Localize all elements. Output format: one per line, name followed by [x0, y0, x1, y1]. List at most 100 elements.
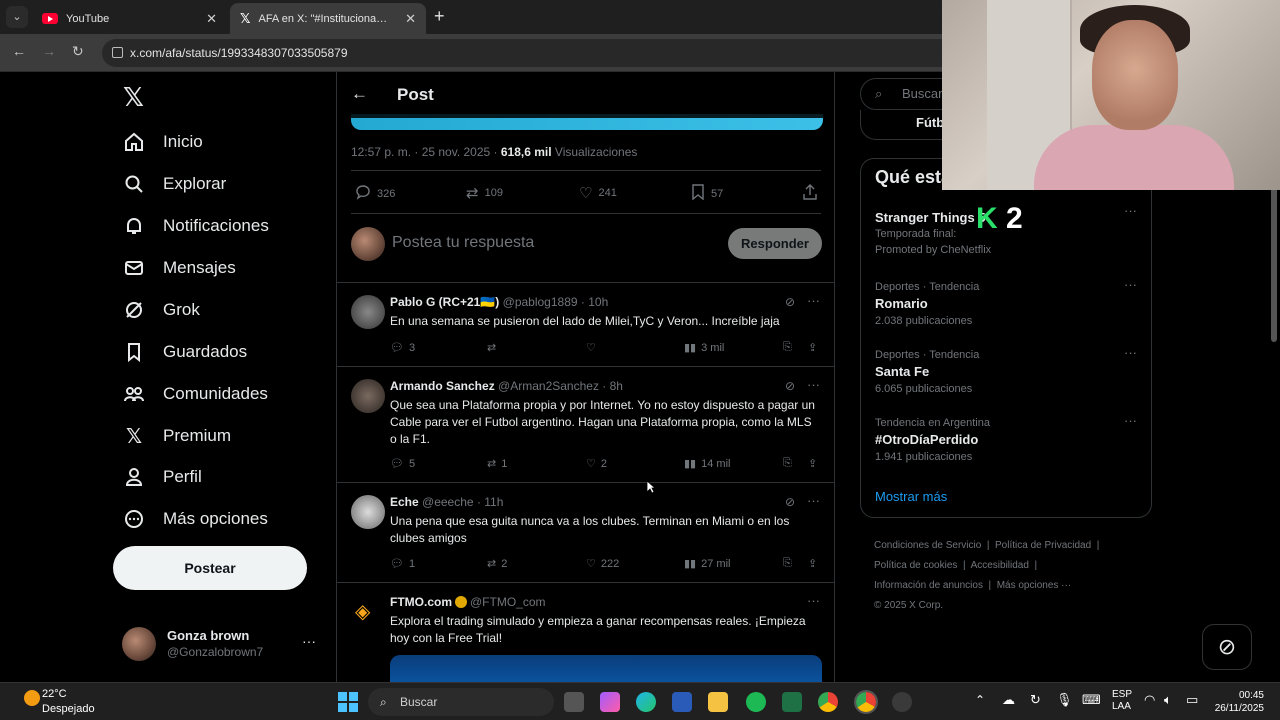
language-indicator[interactable]: ESP LAA	[1112, 689, 1132, 713]
forward-arrow-icon[interactable]: →	[42, 43, 56, 59]
nav-item-premium[interactable]: 𝕏 Premium	[123, 420, 231, 452]
tray-chevron-icon[interactable]: ⌃	[975, 693, 985, 707]
reply-tweet[interactable]: Armando Sanchez @Arman2Sanchez · 8h ⊘ ··…	[337, 366, 834, 482]
wifi-icon[interactable]: ◠	[1144, 692, 1155, 708]
reply-input[interactable]: Postea tu respuesta	[392, 234, 534, 252]
more-icon[interactable]: ···	[1124, 413, 1137, 428]
trend-item[interactable]: Deportes · Tendencia Santa Fe 6.065 publ…	[875, 345, 1145, 395]
settings-gear-icon[interactable]	[892, 692, 912, 712]
url-input[interactable]: x.com/afa/status/1993348307033505879	[102, 39, 962, 67]
reply-action[interactable]: 326	[355, 184, 395, 203]
more-icon[interactable]: ···	[1124, 345, 1137, 360]
spotify-icon[interactable]	[746, 692, 766, 712]
avatar[interactable]	[351, 295, 385, 329]
footer-link[interactable]: Política de Privacidad	[995, 540, 1091, 551]
footer-link[interactable]: Accesibilidad	[971, 560, 1029, 571]
share-action[interactable]	[803, 184, 817, 203]
bookmark-icon[interactable]: ⎘	[783, 557, 792, 570]
footer-link[interactable]: Información de anuncios	[874, 580, 983, 591]
promo-media[interactable]	[390, 655, 822, 682]
like-action[interactable]: ♡	[586, 341, 601, 354]
account-switcher[interactable]: Gonza brown @Gonzalobrown7 ···	[122, 627, 322, 661]
bookmark-action[interactable]: 57	[691, 184, 723, 203]
nav-item-inicio[interactable]: Inicio	[123, 126, 203, 158]
like-action[interactable]: ♡ 241	[579, 184, 617, 202]
nav-item-mensajes[interactable]: Mensajes	[123, 252, 236, 284]
more-icon[interactable]: ···	[807, 377, 820, 392]
tweet-time[interactable]: · 11h	[477, 495, 503, 509]
nav-item-mas-opciones[interactable]: Más opciones	[123, 503, 268, 535]
more-icon[interactable]: ···	[807, 593, 820, 608]
share-icon[interactable]: ⇪	[808, 341, 817, 354]
taskbar-search[interactable]: ⌕ Buscar	[368, 688, 554, 716]
site-info-icon[interactable]	[112, 47, 123, 58]
x-logo-icon[interactable]: 𝕏	[123, 82, 144, 113]
excel-icon[interactable]	[782, 692, 802, 712]
clock[interactable]: 00:45 26/11/2025	[1208, 689, 1264, 715]
nav-item-notificaciones[interactable]: Notificaciones	[123, 210, 269, 242]
reply-action[interactable]: 💬︎ 3	[390, 341, 415, 355]
author-name[interactable]: Pablo G (RC+21🇺🇦)	[390, 295, 499, 309]
repost-action[interactable]: ⇄ 2	[487, 557, 507, 571]
show-more-link[interactable]: Mostrar más	[875, 489, 947, 504]
share-icon[interactable]: ⇪	[808, 457, 817, 470]
chrome-active-icon[interactable]	[854, 690, 878, 714]
tweet-time[interactable]: · 10h	[581, 295, 608, 309]
more-icon[interactable]: ···	[1124, 203, 1137, 218]
bookmark-icon[interactable]: ⎘	[783, 341, 792, 354]
trend-item[interactable]: Tendencia en Argentina #OtroDíaPerdido 1…	[875, 413, 1145, 463]
word-icon[interactable]	[672, 692, 692, 712]
grok-floating-button[interactable]: ⊘	[1202, 624, 1252, 670]
weather-widget[interactable]: 22°C Despejado	[18, 687, 118, 717]
author-name[interactable]: Armando Sanchez	[390, 379, 495, 393]
tray-sync-icon[interactable]: ↻	[1030, 692, 1041, 708]
grok-icon[interactable]: ⊘	[785, 379, 795, 393]
back-arrow-icon[interactable]: ←	[351, 84, 368, 104]
close-icon[interactable]: ✕	[206, 11, 217, 27]
nav-item-guardados[interactable]: Guardados	[123, 336, 247, 368]
repost-action[interactable]: ⇄ 1	[487, 457, 507, 471]
more-icon[interactable]: ···	[807, 493, 820, 508]
promoted-tweet[interactable]: ◈ FTMO.com @FTMO_com ··· Explora el tradi…	[337, 582, 834, 682]
author-handle[interactable]: @pablog1889	[503, 295, 578, 309]
reload-icon[interactable]: ↻	[72, 43, 84, 60]
repost-action[interactable]: ⇄ 109	[466, 184, 503, 202]
task-view-icon[interactable]	[564, 692, 584, 712]
file-explorer-icon[interactable]	[708, 692, 728, 712]
reply-button[interactable]: Responder	[728, 228, 822, 259]
more-icon[interactable]: ···	[302, 633, 316, 649]
start-windows-icon[interactable]	[338, 692, 358, 712]
back-arrow-icon[interactable]: ←	[12, 43, 26, 59]
like-action[interactable]: ♡ 2	[586, 457, 607, 471]
grok-icon[interactable]: ⊘	[785, 295, 795, 309]
views-action[interactable]: ▮▮ 3 mil	[684, 341, 724, 355]
post-button[interactable]: Postear	[113, 546, 307, 590]
tweet-time[interactable]: · 8h	[602, 379, 623, 393]
nav-item-comunidades[interactable]: Comunidades	[123, 378, 268, 410]
nav-item-explorar[interactable]: Explorar	[123, 168, 226, 200]
avatar[interactable]	[351, 495, 385, 529]
author-name[interactable]: FTMO.com	[390, 595, 452, 609]
edge-icon[interactable]	[636, 692, 656, 712]
nav-item-grok[interactable]: Grok	[123, 294, 200, 326]
bookmark-icon[interactable]: ⎘	[783, 457, 792, 470]
post-timestamp[interactable]: 12:57 p. m. · 25 nov. 2025 ·	[351, 145, 501, 159]
footer-link[interactable]: Condiciones de Servicio	[874, 540, 981, 551]
footer-link[interactable]: Más opciones ···	[997, 580, 1071, 591]
microphone-icon[interactable]: 🎙︎	[1056, 692, 1073, 708]
author-name[interactable]: Eche	[390, 495, 419, 509]
tab-youtube[interactable]: YouTube ✕	[32, 3, 227, 34]
reply-action[interactable]: 💬︎ 5	[390, 457, 415, 471]
share-icon[interactable]: ⇪	[808, 557, 817, 570]
nav-item-perfil[interactable]: Perfil	[123, 461, 202, 493]
more-icon[interactable]: ···	[807, 293, 820, 308]
avatar[interactable]	[351, 379, 385, 413]
footer-link[interactable]: Política de cookies	[874, 560, 957, 571]
tray-app-icon[interactable]: ☁	[1002, 692, 1015, 708]
new-tab-button[interactable]: +	[434, 6, 445, 27]
reply-tweet[interactable]: Pablo G (RC+21🇺🇦) @pablog1889 · 10h ⊘ ··…	[337, 282, 834, 366]
more-icon[interactable]: ···	[1124, 277, 1137, 292]
battery-icon[interactable]: ▭	[1186, 692, 1198, 708]
volume-icon[interactable]: 🔈︎	[1164, 692, 1172, 708]
ftmo-logo-icon[interactable]: ◈	[355, 599, 381, 625]
